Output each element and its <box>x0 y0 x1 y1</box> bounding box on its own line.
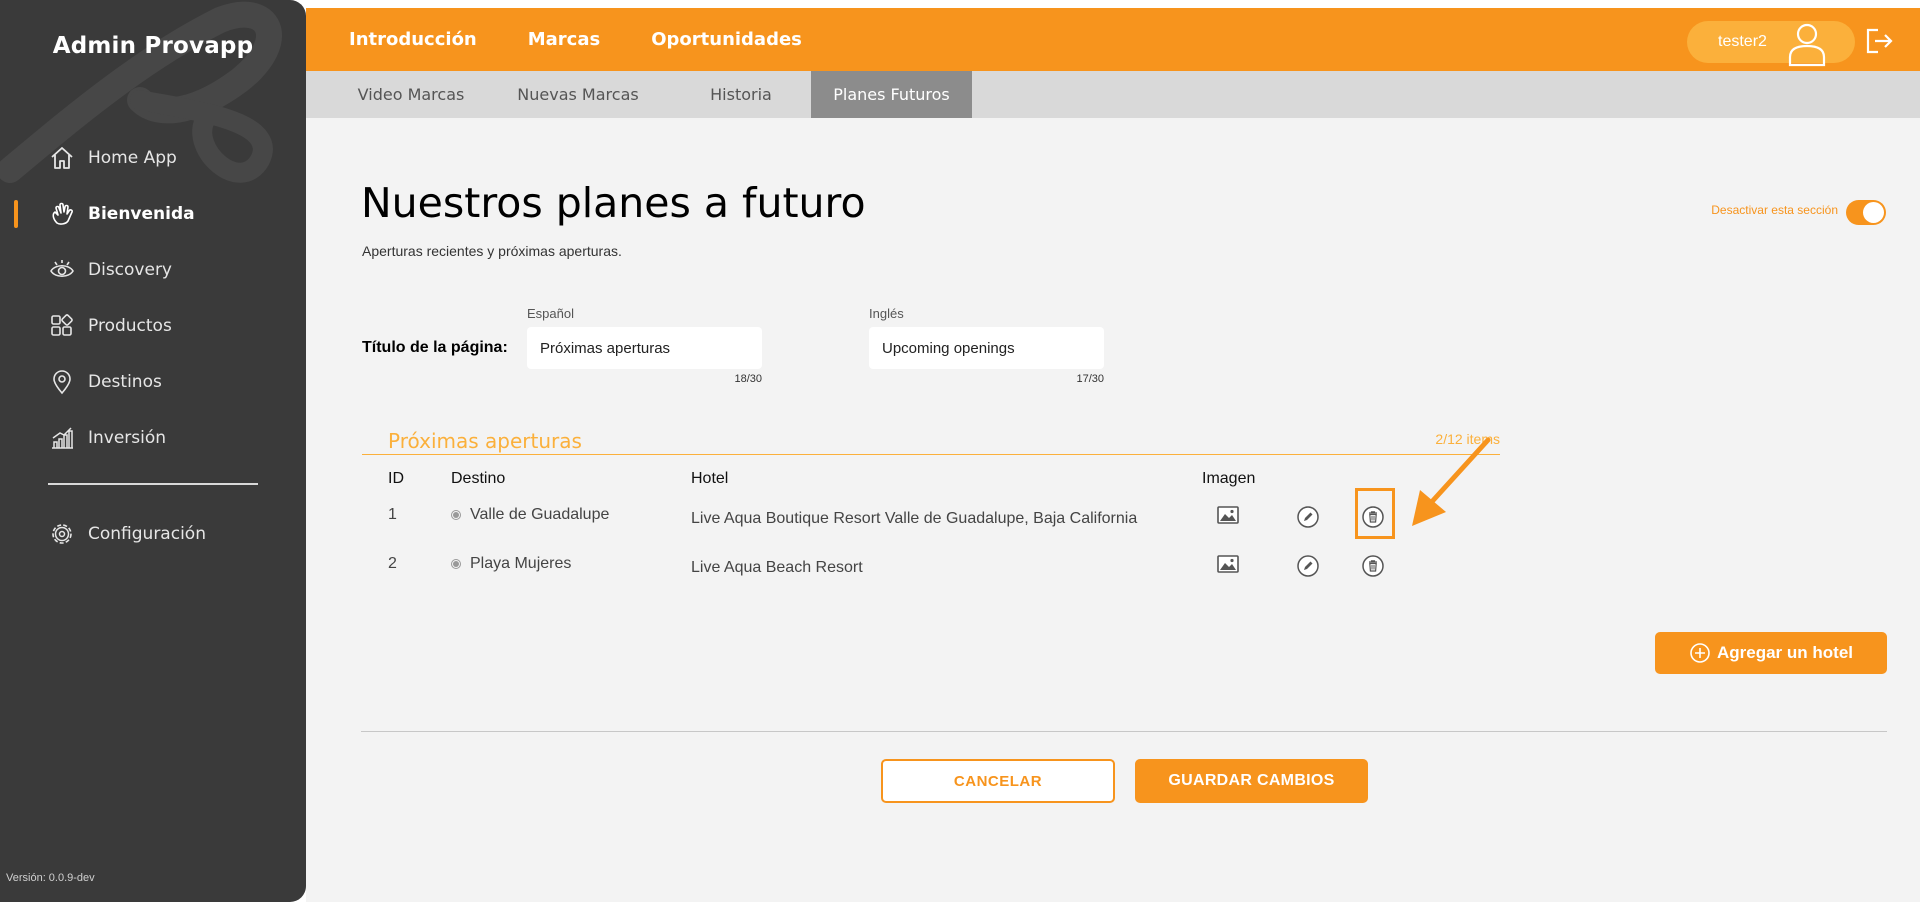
toggle-knob <box>1863 202 1884 223</box>
column-header-destino: Destino <box>451 470 506 487</box>
row-1-id: 1 <box>388 506 397 523</box>
delete-icon[interactable] <box>1361 554 1385 578</box>
page-title: Nuestros planes a futuro <box>361 179 866 227</box>
image-icon[interactable] <box>1216 552 1240 576</box>
gear-icon <box>52 524 72 544</box>
tab-video-marcas[interactable]: Video Marcas <box>336 71 486 118</box>
brand-title: Admin Provapp <box>52 33 254 59</box>
topnav-oportunidades[interactable]: Oportunidades <box>651 29 802 50</box>
version-label: Versión: 0.0.9-dev <box>6 872 95 884</box>
sidebar-item-label: Inversión <box>88 428 167 448</box>
column-header-imagen: Imagen <box>1202 470 1256 487</box>
row-1-hotel: Live Aqua Boutique Resort Valle de Guada… <box>691 510 1138 527</box>
add-hotel-label: Agregar un hotel <box>1716 643 1853 662</box>
add-hotel-button[interactable]: Agregar un hotel <box>1655 632 1887 674</box>
topnav-marcas[interactable]: Marcas <box>528 0 600 50</box>
sidebar-nav: Home App Bienvenida Discovery Productos … <box>0 130 306 466</box>
tab-planes-futuros[interactable]: Planes Futuros <box>811 71 972 118</box>
user-name: tester2 <box>1718 33 1767 50</box>
english-label: Inglés <box>869 306 904 321</box>
column-header-hotel: Hotel <box>691 470 729 487</box>
page-subtitle: Aperturas recientes y próximas aperturas… <box>362 243 622 259</box>
location-pin-icon <box>53 370 71 395</box>
eye-icon <box>50 260 74 278</box>
sidebar-item-destinos[interactable]: Destinos <box>0 354 306 410</box>
column-header-id: ID <box>388 470 404 487</box>
app-root: Admin Provapp Home App Bienvenida Discov… <box>0 0 1920 902</box>
title-english-input[interactable] <box>869 327 1104 369</box>
active-marker <box>14 200 18 228</box>
section-toggle[interactable] <box>1846 200 1886 225</box>
main-content: Nuestros planes a futuro Aperturas recie… <box>306 118 1920 902</box>
annotation-arrow-icon <box>1412 437 1491 526</box>
section-divider <box>362 454 1500 455</box>
sidebar: Admin Provapp Home App Bienvenida Discov… <box>0 0 306 902</box>
save-changes-button[interactable]: GUARDAR CAMBIOS <box>1135 759 1368 803</box>
row-2-id: 2 <box>388 555 397 572</box>
spanish-label: Español <box>527 306 574 321</box>
top-nav: Introducción Marcas Oportunidades <box>349 0 853 71</box>
page-title-label: Título de la página: <box>362 339 508 356</box>
destino-label: Valle de Guadalupe <box>470 506 610 523</box>
section-title: Próximas aperturas <box>388 429 582 453</box>
delete-highlight-box <box>1355 488 1395 539</box>
section-toggle-label: Desactivar esta sección <box>1711 203 1838 217</box>
row-2-destino: Playa Mujeres <box>451 555 571 573</box>
title-spanish-input[interactable] <box>527 327 762 369</box>
sidebar-item-label: Bienvenida <box>88 204 195 224</box>
sidebar-item-bienvenida[interactable]: Bienvenida <box>0 186 306 242</box>
add-circle-icon <box>1690 643 1710 663</box>
sidebar-divider <box>48 483 258 485</box>
image-icon[interactable] <box>1216 503 1240 527</box>
sidebar-item-label: Home App <box>88 148 177 168</box>
sub-navbar: Video Marcas Nuevas Marcas Historia Plan… <box>306 71 1920 118</box>
home-icon <box>51 147 73 169</box>
sidebar-item-inversion[interactable]: Inversión <box>0 410 306 466</box>
tab-nuevas-marcas[interactable]: Nuevas Marcas <box>498 71 658 118</box>
top-navbar: Introducción Marcas Oportunidades tester… <box>306 0 1920 71</box>
tab-historia[interactable]: Historia <box>678 71 804 118</box>
spanish-char-count: 18/30 <box>734 373 762 385</box>
grid-icon <box>51 314 73 336</box>
edit-icon[interactable] <box>1296 554 1320 578</box>
row-1-destino: Valle de Guadalupe <box>451 506 609 524</box>
sidebar-item-label: Destinos <box>88 372 162 392</box>
bullet-icon <box>451 510 461 520</box>
sidebar-item-discovery[interactable]: Discovery <box>0 242 306 298</box>
footer-divider <box>361 731 1887 732</box>
sidebar-item-configuracion[interactable]: Configuración <box>0 506 306 562</box>
topnav-introduccion[interactable]: Introducción <box>349 29 477 50</box>
waving-hand-icon <box>52 202 73 225</box>
user-menu[interactable]: tester2 <box>1687 21 1855 67</box>
row-2-hotel: Live Aqua Beach Resort <box>691 559 863 576</box>
bullet-icon <box>451 559 461 569</box>
destino-label: Playa Mujeres <box>470 555 572 572</box>
english-char-count: 17/30 <box>1076 373 1104 385</box>
sidebar-item-home-app[interactable]: Home App <box>0 130 306 186</box>
sidebar-item-label: Productos <box>88 316 172 336</box>
sidebar-config: Configuración <box>0 506 306 562</box>
sidebar-item-label: Discovery <box>88 260 172 280</box>
logout-icon[interactable] <box>1864 27 1894 55</box>
sidebar-item-productos[interactable]: Productos <box>0 298 306 354</box>
bar-chart-icon <box>52 427 73 449</box>
edit-icon[interactable] <box>1296 505 1320 529</box>
sidebar-item-label: Configuración <box>88 524 206 544</box>
cancel-button[interactable]: CANCELAR <box>881 759 1115 803</box>
user-avatar-icon <box>1788 23 1826 67</box>
